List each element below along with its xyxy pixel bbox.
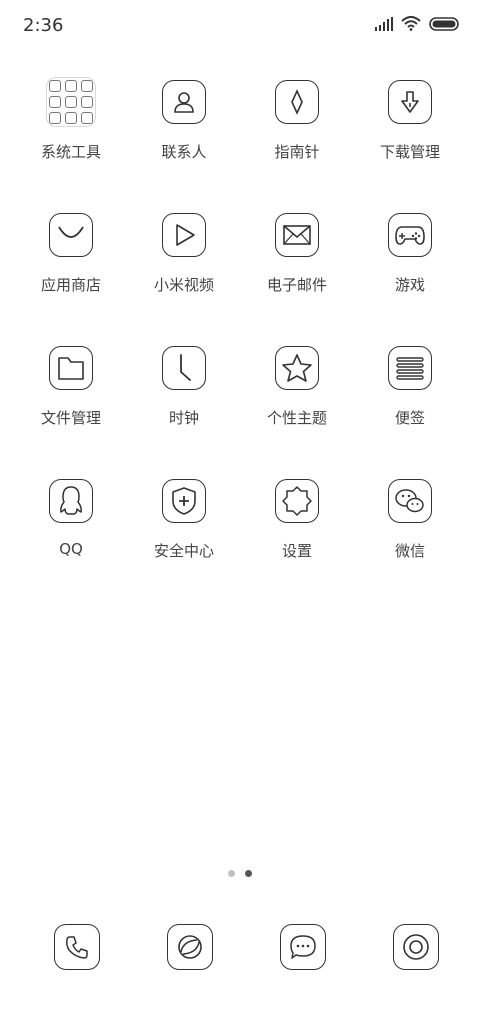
camera-icon: [393, 924, 439, 970]
phone-icon: [54, 924, 100, 970]
app-themes[interactable]: 个性主题: [247, 346, 347, 446]
app-file-manager[interactable]: 文件管理: [21, 346, 121, 446]
page-dot-1[interactable]: [228, 870, 235, 877]
app-label: 微信: [394, 542, 425, 560]
star-theme-icon: [275, 346, 319, 390]
gamepad-icon: [388, 213, 432, 257]
app-app-store[interactable]: 应用商店: [21, 213, 121, 313]
app-system-tools[interactable]: 系统工具: [21, 77, 121, 180]
app-label: 文件管理: [40, 409, 101, 427]
dock-phone[interactable]: [47, 924, 107, 984]
status-time: 2:36: [23, 15, 64, 36]
app-label: 应用商店: [40, 276, 101, 294]
status-bar: 2:36: [0, 0, 480, 52]
app-security-center[interactable]: 安全中心: [134, 479, 234, 579]
app-label: 电子邮件: [266, 276, 327, 294]
app-label: 联系人: [161, 143, 207, 161]
qq-penguin-icon: [49, 479, 93, 523]
signal-icon: [375, 16, 393, 31]
app-label: QQ: [59, 540, 83, 558]
dock-camera[interactable]: [386, 924, 446, 984]
app-label: 设置: [281, 542, 312, 560]
messages-icon: [280, 924, 326, 970]
page-dot-2-active[interactable]: [245, 870, 252, 877]
app-label: 个性主题: [266, 409, 327, 427]
app-label: 便签: [394, 409, 425, 427]
page-indicator[interactable]: [0, 870, 480, 877]
app-email[interactable]: 电子邮件: [247, 213, 347, 313]
file-manager-icon: [49, 346, 93, 390]
app-label: 指南针: [274, 143, 320, 161]
battery-icon: [429, 16, 459, 31]
clock-icon: [162, 346, 206, 390]
app-games[interactable]: 游戏: [360, 213, 460, 313]
compass-icon: [275, 80, 319, 124]
app-label: 时钟: [168, 409, 199, 427]
app-label: 系统工具: [40, 143, 101, 161]
wifi-icon: [401, 16, 421, 31]
folder-icon: [46, 77, 96, 127]
dock-messages[interactable]: [273, 924, 333, 984]
app-compass[interactable]: 指南针: [247, 80, 347, 180]
contacts-icon: [162, 80, 206, 124]
notes-icon: [388, 346, 432, 390]
app-settings[interactable]: 设置: [247, 479, 347, 579]
download-icon: [388, 80, 432, 124]
settings-icon: [275, 479, 319, 523]
app-label: 下载管理: [379, 143, 440, 161]
app-clock[interactable]: 时钟: [134, 346, 234, 446]
wechat-icon: [388, 479, 432, 523]
app-label: 游戏: [394, 276, 425, 294]
app-label: 安全中心: [153, 542, 214, 560]
app-mi-video[interactable]: 小米视频: [134, 213, 234, 313]
app-wechat[interactable]: 微信: [360, 479, 460, 579]
dock-browser[interactable]: [160, 924, 220, 984]
app-download-manager[interactable]: 下载管理: [360, 80, 460, 180]
app-contacts[interactable]: 联系人: [134, 80, 234, 180]
video-play-icon: [162, 213, 206, 257]
app-label: 小米视频: [153, 276, 214, 294]
status-icons: [375, 16, 459, 31]
mail-icon: [275, 213, 319, 257]
app-notes[interactable]: 便签: [360, 346, 460, 446]
app-qq[interactable]: QQ: [21, 479, 121, 579]
security-shield-icon: [162, 479, 206, 523]
app-store-icon: [49, 213, 93, 257]
browser-icon: [167, 924, 213, 970]
